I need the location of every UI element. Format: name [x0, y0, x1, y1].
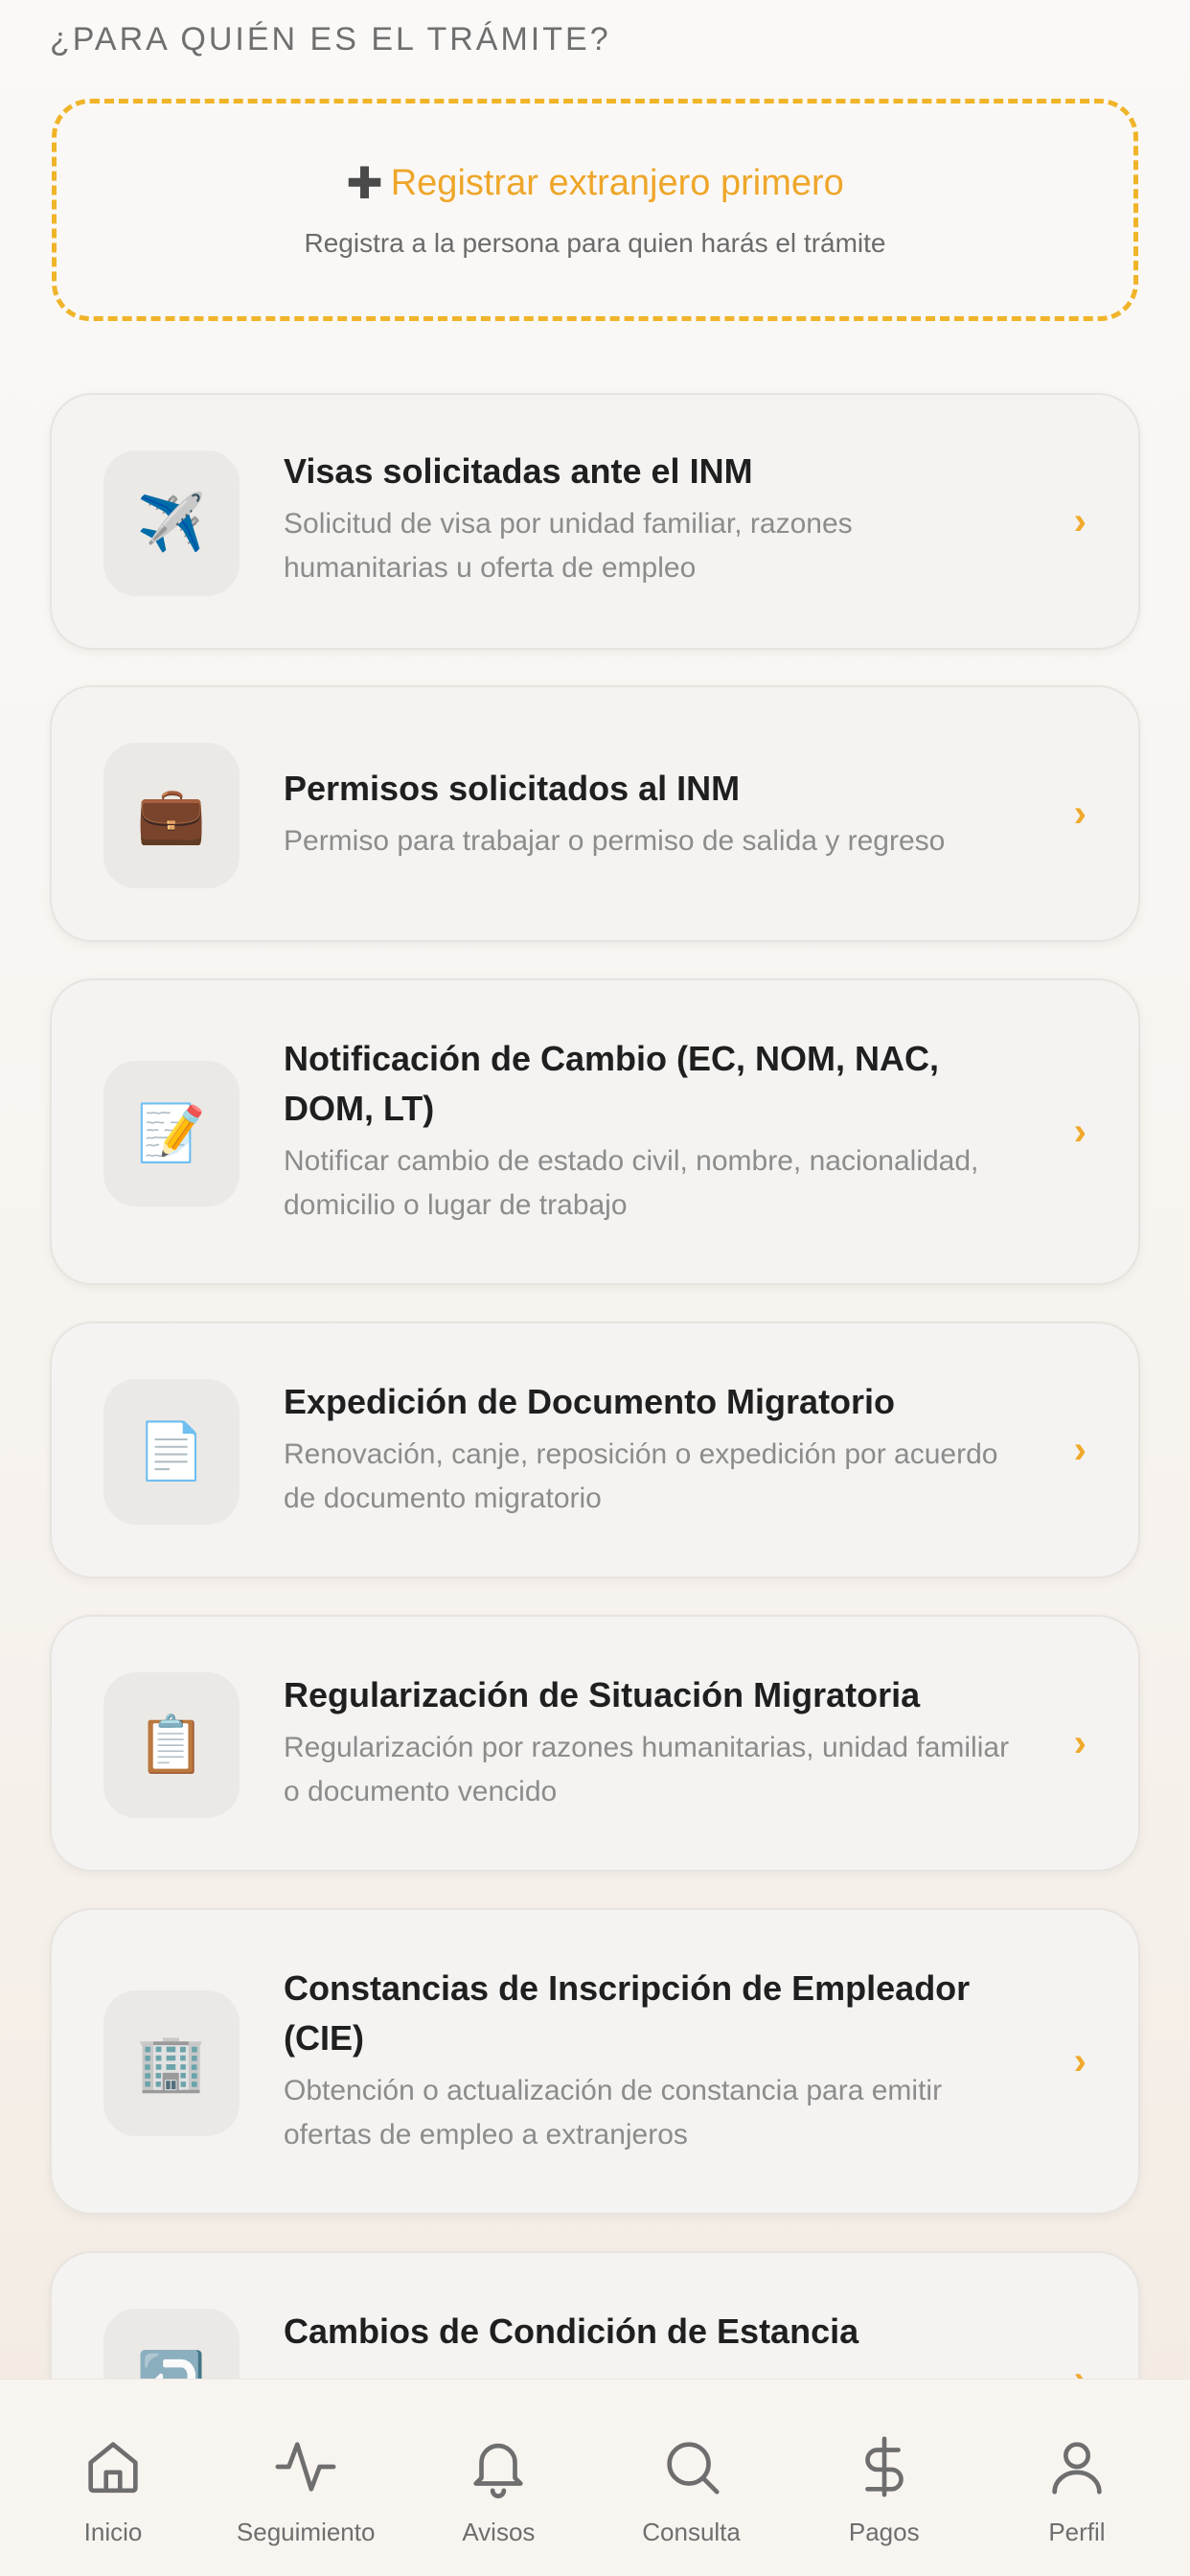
card-description: Notificar cambio de estado civil, nombre…	[284, 1145, 979, 1221]
clipboard-icon: 📋	[103, 1672, 240, 1818]
card-title: Constancias de Inscripción de Empleador …	[284, 1968, 971, 2058]
card-text: Constancias de Inscripción de Empleador …	[284, 1964, 1014, 2157]
dollar-icon	[864, 2436, 904, 2497]
card-description: Renovación, canje, reposición o expedici…	[284, 1438, 998, 1514]
chevron-right-icon: ›	[1073, 2040, 1087, 2082]
card-title: Permisos solicitados al INM	[284, 769, 741, 808]
register-label: Registrar extranjero primero	[390, 162, 844, 203]
chevron-right-icon: ›	[1073, 1722, 1087, 1764]
card-regularizacion[interactable]: 📋 Regularización de Situación Migratoria…	[50, 1615, 1140, 1872]
office-building-icon: 🏢	[103, 1990, 240, 2136]
plus-icon: ✚	[346, 158, 383, 208]
bell-icon	[473, 2443, 524, 2498]
tab-perfil[interactable]: Perfil	[981, 2380, 1173, 2576]
card-text: Regularización de Situación Migratoria R…	[284, 1670, 1014, 1814]
register-foreigner-button[interactable]: ✚ Registrar extranjero primero Registra …	[52, 99, 1138, 321]
card-visas[interactable]: ✈️ Visas solicitadas ante el INM Solicit…	[50, 393, 1140, 650]
card-expedicion-documento[interactable]: 📄 Expedición de Documento Migratorio Ren…	[50, 1322, 1140, 1578]
airplane-icon: ✈️	[103, 450, 240, 596]
section-title: ¿PARA QUIÉN ES EL TRÁMITE?	[50, 21, 611, 58]
tab-label: Seguimiento	[236, 2518, 376, 2546]
bottom-tab-bar: Inicio Seguimiento Avisos Consulta Pagos…	[0, 2379, 1190, 2576]
card-text: Expedición de Documento Migratorio Renov…	[284, 1377, 1014, 1521]
register-subtitle: Registra a la persona para quien harás e…	[304, 228, 886, 258]
chevron-right-icon: ›	[1073, 1111, 1087, 1153]
card-description: Permiso para trabajar o permiso de salid…	[284, 825, 946, 857]
home-icon	[88, 2442, 138, 2494]
card-title: Expedición de Documento Migratorio	[284, 1382, 896, 1421]
tab-label: Avisos	[462, 2518, 536, 2546]
card-description: Obtención o actualización de constancia …	[284, 2075, 943, 2150]
tab-pagos[interactable]: Pagos	[789, 2380, 980, 2576]
memo-icon: 📝	[103, 1061, 240, 1207]
card-text: Notificación de Cambio (EC, NOM, NAC, DO…	[284, 1034, 1014, 1228]
document-icon: 📄	[103, 1379, 240, 1525]
chevron-right-icon: ›	[1073, 793, 1087, 835]
tab-label: Inicio	[83, 2518, 143, 2546]
card-description: Regularización por razones humanitarias,…	[284, 1732, 1010, 1807]
tab-label: Perfil	[1048, 2518, 1106, 2546]
card-text: Cambios de Condición de Estancia	[284, 2307, 1014, 2362]
tab-inicio[interactable]: Inicio	[17, 2380, 209, 2576]
card-constancias-cie[interactable]: 🏢 Constancias de Inscripción de Empleado…	[50, 1908, 1140, 2215]
card-title: Regularización de Situación Migratoria	[284, 1675, 921, 1714]
briefcase-icon: 💼	[103, 743, 240, 888]
card-notificacion-cambio[interactable]: 📝 Notificación de Cambio (EC, NOM, NAC, …	[50, 978, 1140, 1285]
card-description: Solicitud de visa por unidad familiar, r…	[284, 508, 853, 584]
card-permisos[interactable]: 💼 Permisos solicitados al INM Permiso pa…	[50, 685, 1140, 942]
card-text: Permisos solicitados al INM Permiso para…	[284, 764, 1014, 863]
activity-icon	[275, 2442, 336, 2492]
card-title: Notificación de Cambio (EC, NOM, NAC, DO…	[284, 1039, 940, 1128]
tab-label: Pagos	[848, 2518, 920, 2546]
tab-seguimiento[interactable]: Seguimiento	[210, 2380, 401, 2576]
card-title: Cambios de Condición de Estancia	[284, 2312, 859, 2351]
user-icon	[1052, 2442, 1102, 2495]
app-screen: ¿PARA QUIÉN ES EL TRÁMITE? ✚ Registrar e…	[0, 0, 1190, 2576]
chevron-right-icon: ›	[1073, 1429, 1087, 1471]
chevron-right-icon: ›	[1073, 500, 1087, 542]
tab-consulta[interactable]: Consulta	[596, 2380, 788, 2576]
register-row: ✚ Registrar extranjero primero	[346, 161, 844, 205]
tab-label: Consulta	[642, 2518, 741, 2546]
search-icon	[666, 2442, 720, 2495]
card-title: Visas solicitadas ante el INM	[284, 451, 753, 491]
tab-avisos[interactable]: Avisos	[402, 2380, 594, 2576]
card-text: Visas solicitadas ante el INM Solicitud …	[284, 447, 1014, 590]
